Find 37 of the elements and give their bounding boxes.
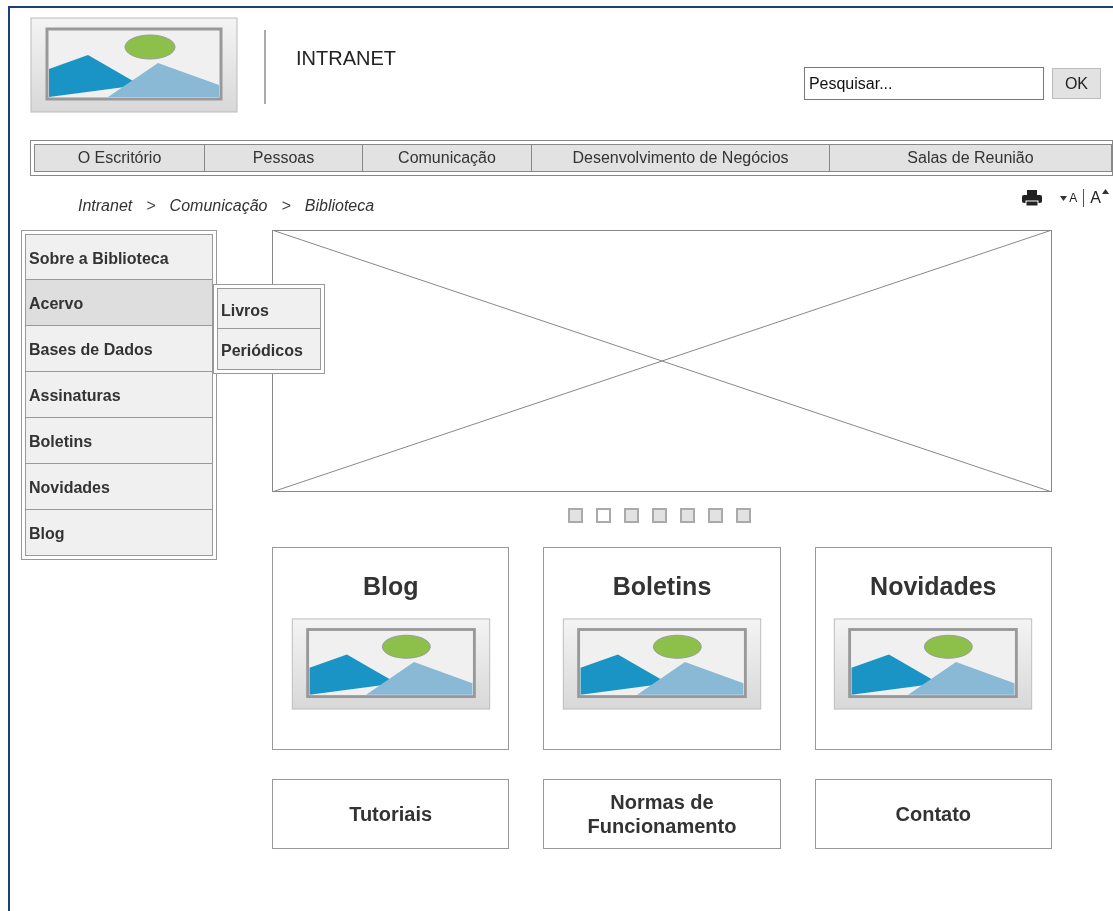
sidebar-item[interactable]: Novidades bbox=[25, 464, 213, 510]
breadcrumb-separator: > bbox=[280, 196, 292, 216]
submenu-item[interactable]: Livros bbox=[217, 288, 321, 329]
feature-card[interactable]: Blog bbox=[272, 547, 510, 750]
nav-tab[interactable]: O Escritório bbox=[35, 145, 204, 171]
breadcrumb-link[interactable]: Biblioteca bbox=[304, 194, 375, 218]
link-card[interactable]: Normas de Funcionamento bbox=[543, 779, 781, 849]
link-card[interactable]: Tutoriais bbox=[272, 779, 510, 849]
search-field[interactable]: Pesquisar... bbox=[803, 67, 1044, 100]
sidebar-item[interactable]: Bases de Dados bbox=[25, 326, 213, 372]
nav-tab[interactable]: Desenvolvimento de Negócios bbox=[531, 145, 829, 171]
sidebar-item[interactable]: Assinaturas bbox=[25, 372, 213, 418]
breadcrumb-link[interactable]: Intranet bbox=[78, 194, 133, 218]
card-title: Boletins bbox=[612, 571, 712, 602]
nav-tab[interactable]: Pessoas bbox=[204, 145, 362, 171]
feature-card[interactable]: Boletins bbox=[543, 547, 781, 750]
increase-text-button[interactable]: A bbox=[1090, 186, 1109, 210]
card-title: Novidades bbox=[870, 571, 997, 602]
sidebar-item[interactable]: Boletins bbox=[25, 418, 213, 464]
link-card[interactable]: Contato bbox=[814, 779, 1052, 849]
site-title: INTRANET bbox=[296, 46, 396, 71]
breadcrumb-separator: > bbox=[145, 196, 157, 216]
caret-down-icon bbox=[1060, 195, 1068, 201]
sidebar-item[interactable]: Sobre a Biblioteca bbox=[25, 234, 213, 280]
nav-tab[interactable]: Salas de Reunião bbox=[829, 145, 1111, 171]
breadcrumb-link[interactable]: Comunicação bbox=[169, 194, 268, 218]
sidebar-item[interactable]: Blog bbox=[25, 510, 213, 556]
image-placeholder-icon bbox=[30, 17, 238, 113]
ok-button[interactable]: OK bbox=[1051, 68, 1101, 99]
nav-tab[interactable]: Comunicação bbox=[362, 145, 531, 171]
feature-card[interactable]: Novidades bbox=[814, 547, 1052, 750]
decrease-text-button[interactable]: A bbox=[1060, 189, 1078, 207]
print-icon[interactable] bbox=[1022, 190, 1043, 206]
submenu-item[interactable]: Periódicos bbox=[217, 329, 321, 370]
card-title: Blog bbox=[362, 571, 419, 602]
caret-up-icon bbox=[1102, 189, 1109, 194]
sidebar-item[interactable]: Acervo bbox=[25, 280, 213, 326]
